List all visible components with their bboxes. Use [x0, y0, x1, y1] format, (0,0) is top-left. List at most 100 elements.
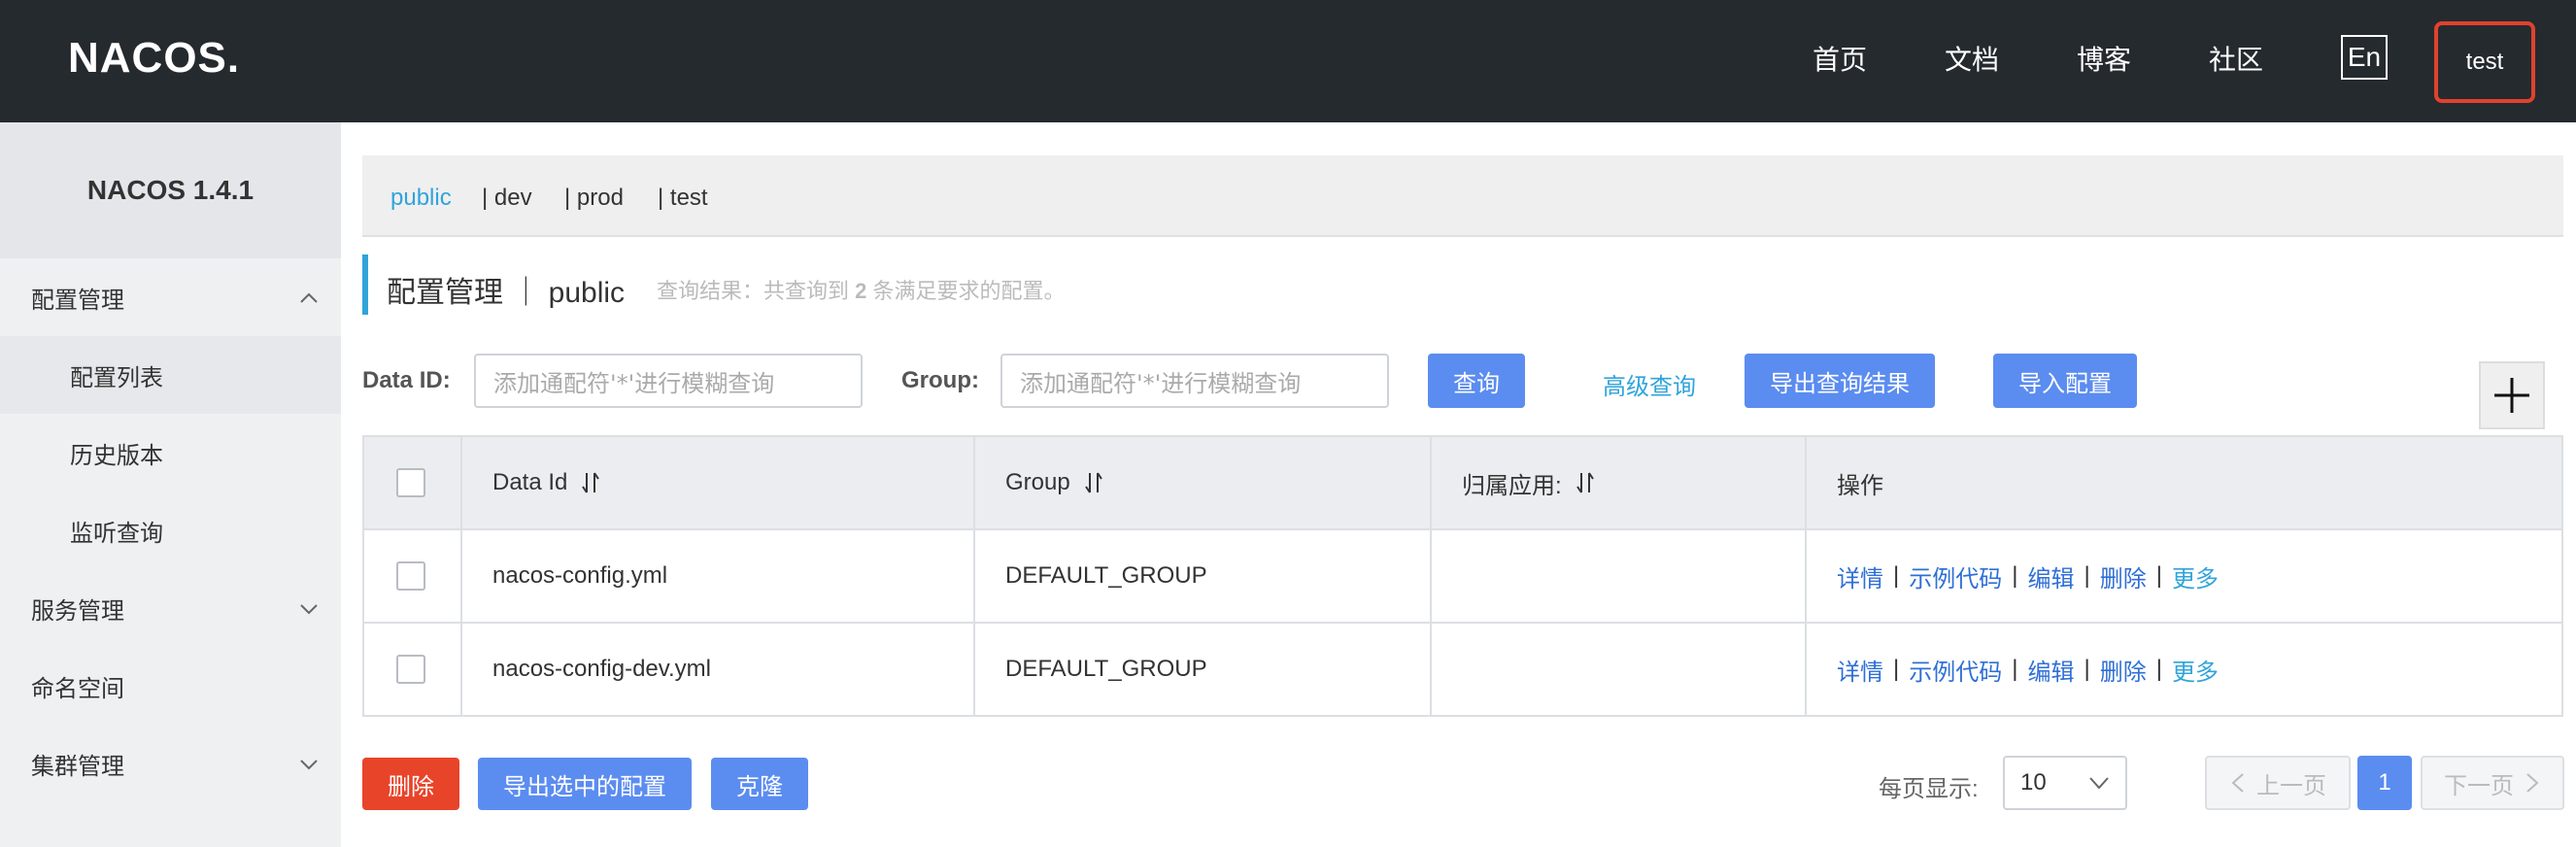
clone-button[interactable]: 克隆: [711, 758, 808, 810]
separator: |: [2155, 562, 2162, 589]
column-header-app[interactable]: 归属应用:: [1462, 437, 1595, 528]
table-row: nacos-config-dev.yml DEFAULT_GROUP 详情 | 示…: [364, 624, 2561, 717]
namespace-tab-dev[interactable]: | dev: [482, 185, 532, 212]
separator: |: [2012, 562, 2018, 589]
column-label: Group: [1005, 469, 1070, 495]
sort-icon[interactable]: [581, 471, 600, 494]
per-page-label: 每页显示:: [1879, 776, 1979, 802]
cell-actions: 详情 | 示例代码 | 编辑 | 删除 | 更多: [1837, 530, 2219, 622]
query-result-suffix: 条满足要求的配置。: [872, 279, 1066, 303]
cell-group: DEFAULT_GROUP: [1005, 656, 1207, 682]
sidebar-item-history[interactable]: 历史版本: [0, 414, 341, 491]
table-row: nacos-config.yml DEFAULT_GROUP 详情 | 示例代码 |…: [364, 530, 2561, 624]
sidebar-item-namespace[interactable]: 命名空间: [0, 647, 341, 725]
sort-icon[interactable]: [1576, 471, 1595, 494]
sidebar-item-config-list[interactable]: 配置列表: [0, 336, 341, 414]
column-header-dataid[interactable]: Data Id: [492, 437, 600, 528]
table-header: Data Id Group 归属应用: 操作: [364, 437, 2561, 530]
separator: |: [2084, 562, 2090, 589]
query-result-text: 查询结果：共查询到 2 条满足要求的配置。: [657, 274, 1066, 305]
nacos-logo[interactable]: NACOS.: [68, 33, 258, 80]
sidebar-version-title: NACOS 1.4.1: [0, 122, 341, 258]
sidebar-item-label: 集群管理: [31, 753, 124, 780]
sidebar-item-cluster-management[interactable]: 集群管理: [0, 725, 341, 802]
namespace-tab-public[interactable]: public: [390, 185, 452, 212]
sidebar-item-label: 服务管理: [31, 597, 124, 625]
separator: |: [2155, 656, 2162, 682]
page-1-button[interactable]: 1: [2357, 756, 2412, 810]
sort-icon[interactable]: [1084, 471, 1103, 494]
select-all-checkbox[interactable]: [396, 468, 425, 497]
next-page-label: 下一页: [2444, 772, 2514, 799]
detail-link[interactable]: 详情: [1837, 559, 1883, 593]
row-checkbox[interactable]: [396, 561, 425, 591]
query-button[interactable]: 查询: [1428, 354, 1525, 408]
namespace-tab-prod[interactable]: | prod: [564, 185, 624, 212]
group-search-input[interactable]: 添加通配符'*'进行模糊查询: [1000, 354, 1389, 408]
sample-code-link[interactable]: 示例代码: [1909, 653, 2002, 687]
add-config-button[interactable]: [2479, 361, 2545, 429]
sample-code-link[interactable]: 示例代码: [1909, 559, 2002, 593]
nav-community[interactable]: 社区: [2209, 39, 2263, 78]
page-size-select[interactable]: 10: [2003, 756, 2127, 810]
chevron-down-icon: [300, 604, 318, 615]
import-config-button[interactable]: 导入配置: [1993, 354, 2137, 408]
export-query-result-button[interactable]: 导出查询结果: [1745, 354, 1935, 408]
nav-home[interactable]: 首页: [1813, 39, 1867, 78]
separator: |: [1893, 562, 1900, 589]
prev-page-label: 上一页: [2256, 772, 2326, 799]
cell-actions: 详情 | 示例代码 | 编辑 | 删除 | 更多: [1837, 624, 2219, 715]
config-table: Data Id Group 归属应用: 操作 nacos-config.yml …: [362, 435, 2563, 717]
sidebar-item-label: 监听查询: [70, 520, 163, 547]
column-header-actions: 操作: [1837, 472, 1883, 499]
page-title: 配置管理 ｜ public: [387, 277, 626, 309]
page-size-value: 10: [2020, 769, 2047, 796]
sidebar-item-label: 历史版本: [70, 442, 163, 469]
top-bar: NACOS. 首页 文档 博客 社区 En test: [0, 0, 2576, 122]
chevron-left-icon: [2231, 773, 2244, 793]
plus-icon: [2494, 378, 2529, 413]
export-selected-button[interactable]: 导出选中的配置: [478, 758, 692, 810]
sidebar-item-config-management[interactable]: 配置管理: [0, 258, 341, 336]
row-checkbox[interactable]: [396, 655, 425, 684]
dataid-search-input[interactable]: 添加通配符'*'进行模糊查询: [474, 354, 863, 408]
prev-page-button[interactable]: 上一页: [2205, 756, 2351, 810]
separator: |: [2084, 656, 2090, 682]
delete-link[interactable]: 删除: [2100, 559, 2147, 593]
sidebar: NACOS 1.4.1 配置管理 配置列表 历史版本 监听查询 服务管理 命名空…: [0, 122, 341, 847]
cell-dataid: nacos-config.yml: [492, 562, 668, 589]
separator: |: [1893, 656, 1900, 682]
detail-link[interactable]: 详情: [1837, 653, 1883, 687]
namespace-bar: public | dev | prod | test: [362, 155, 2563, 237]
sidebar-item-label: 命名空间: [31, 675, 124, 702]
language-toggle-button[interactable]: En: [2341, 35, 2388, 80]
edit-link[interactable]: 编辑: [2027, 653, 2074, 687]
cell-dataid: nacos-config-dev.yml: [492, 656, 711, 682]
sidebar-item-listener-query[interactable]: 监听查询: [0, 491, 341, 569]
chevron-right-icon: [2526, 773, 2539, 793]
dataid-label: Data ID:: [362, 367, 451, 393]
delete-button[interactable]: 删除: [362, 758, 459, 810]
nav-blog[interactable]: 博客: [2077, 39, 2131, 78]
column-label: 归属应用:: [1462, 472, 1562, 499]
sidebar-item-label: 配置列表: [70, 364, 163, 391]
group-label: Group:: [901, 367, 979, 393]
sidebar-item-label: 配置管理: [31, 287, 124, 314]
next-page-button[interactable]: 下一页: [2421, 756, 2564, 810]
sidebar-item-service-management[interactable]: 服务管理: [0, 569, 341, 647]
edit-link[interactable]: 编辑: [2027, 559, 2074, 593]
advanced-query-link[interactable]: 高级查询: [1603, 367, 1696, 401]
query-result-count: 2: [855, 279, 867, 303]
query-result-prefix: 查询结果：共查询到: [657, 279, 850, 303]
user-menu-button[interactable]: test: [2434, 21, 2535, 103]
separator: |: [2012, 656, 2018, 682]
nav-docs[interactable]: 文档: [1945, 39, 1999, 78]
chevron-down-icon: [2089, 777, 2109, 790]
column-label: Data Id: [492, 469, 568, 495]
column-header-group[interactable]: Group: [1005, 437, 1103, 528]
namespace-tab-test[interactable]: | test: [658, 185, 708, 212]
delete-link[interactable]: 删除: [2100, 653, 2147, 687]
more-link[interactable]: 更多: [2172, 559, 2219, 593]
more-link[interactable]: 更多: [2172, 653, 2219, 687]
nacos-logo-icon: NACOS.: [68, 34, 239, 80]
